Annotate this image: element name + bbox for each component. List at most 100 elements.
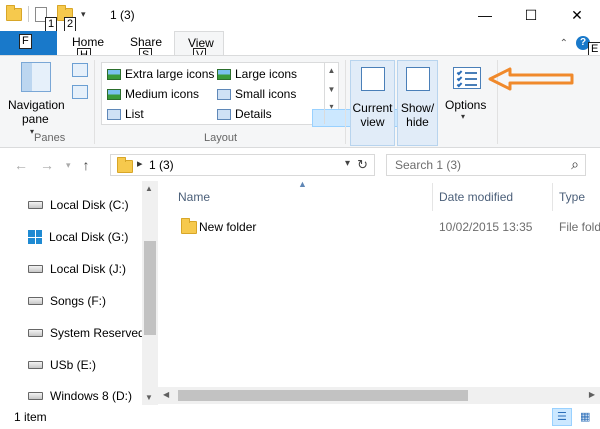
nav-item-label: System Reserved	[50, 326, 145, 340]
layout-medium-icons[interactable]: Medium icons	[107, 87, 199, 101]
layout-gallery: Extra large icons Large icons Medium ico…	[101, 62, 422, 127]
nav-item-windows-8-d[interactable]: Windows 8 (D:)	[28, 389, 132, 403]
expand-ribbon-chevron-icon[interactable]: ⌃	[560, 38, 568, 49]
layout-details[interactable]: Details	[217, 107, 272, 121]
refresh-icon[interactable]: ↻	[357, 157, 368, 173]
drive-icon	[28, 201, 43, 209]
keytip-qat-1: 1	[45, 17, 58, 32]
scrollbar-thumb[interactable]	[144, 241, 156, 335]
tab-file[interactable]: F	[0, 31, 57, 55]
scroll-left-icon[interactable]: ◀	[163, 390, 169, 399]
close-button[interactable]: ✕	[554, 0, 600, 30]
scroll-right-icon[interactable]: ▶	[589, 390, 595, 399]
customize-toolbar-chevron-icon[interactable]: ▾	[81, 9, 86, 20]
address-bar-row: ← → ▾ ↑ ▸ 1 (3) ▾ ↻ Search 1 (3) ⌕	[0, 149, 600, 181]
details-pane-icon[interactable]	[72, 85, 88, 99]
large-icons-view-button[interactable]: ▦	[575, 408, 595, 426]
scroll-up-icon[interactable]: ▲	[145, 184, 153, 193]
list-icon	[107, 108, 121, 120]
item-count: 1 item	[14, 410, 47, 424]
large-icons-view-icon: ▦	[580, 411, 591, 423]
navigation-pane: Local Disk (C:) Local Disk (G:) Local Di…	[0, 181, 158, 405]
group-label-layout: Layout	[204, 132, 238, 144]
details-view-icon: ☰	[557, 411, 567, 423]
tab-share[interactable]: Share	[130, 35, 162, 49]
search-input[interactable]: Search 1 (3) ⌕	[386, 154, 586, 176]
nav-pane-scrollbar[interactable]: ▲ ▼	[142, 181, 158, 405]
layout-gallery-scroll[interactable]: ▲ ▼ ▾	[324, 63, 338, 124]
nav-item-label: USb (E:)	[50, 358, 97, 372]
tab-home[interactable]: Home	[72, 35, 104, 49]
layout-small-icons[interactable]: Small icons	[217, 87, 296, 101]
sort-ascending-icon: ▲	[298, 179, 307, 189]
show-hide-icon	[405, 67, 430, 91]
annotation-arrow-icon	[488, 67, 574, 91]
address-dropdown-icon[interactable]: ▾	[345, 158, 350, 169]
folder-icon	[181, 218, 197, 234]
column-header-date-modified[interactable]: Date modified	[439, 190, 513, 204]
show-hide-button[interactable]: Show/ hide	[397, 60, 438, 146]
details-label: Details	[235, 107, 272, 121]
search-icon[interactable]: ⌕	[571, 156, 579, 173]
drive-icon	[28, 392, 43, 400]
nav-item-local-disk-c[interactable]: Local Disk (C:)	[28, 198, 129, 212]
breadcrumb-chevron-icon[interactable]: ▸	[137, 157, 143, 170]
show-hide-label-line2: hide	[406, 115, 429, 129]
drive-icon	[28, 329, 43, 337]
current-view-icon	[360, 67, 385, 91]
minimize-button[interactable]: —	[462, 0, 508, 30]
small-icons-label: Small icons	[235, 87, 297, 101]
ribbon-divider	[345, 60, 346, 144]
details-view-button[interactable]: ☰	[552, 408, 572, 426]
back-arrow-icon[interactable]: ←	[14, 157, 28, 173]
column-header-name[interactable]: Name	[178, 190, 210, 204]
nav-item-songs-f[interactable]: Songs (F:)	[28, 294, 106, 308]
drive-icon	[28, 297, 43, 305]
forward-arrow-icon[interactable]: →	[40, 157, 54, 173]
keytip-file: F	[19, 34, 32, 49]
horizontal-scrollbar[interactable]: ◀ ▶	[158, 387, 600, 404]
medium-icons-label: Medium icons	[125, 87, 200, 101]
large-icons-icon	[217, 68, 231, 80]
current-view-button[interactable]: Current view	[350, 60, 395, 146]
extra-large-icons-label: Extra large icons	[125, 67, 215, 81]
up-arrow-icon[interactable]: ↑	[83, 157, 90, 173]
scroll-down-icon[interactable]: ▼	[325, 85, 338, 94]
preview-pane-icon[interactable]	[72, 63, 88, 77]
nav-item-system-reserved[interactable]: System Reserved	[28, 326, 145, 340]
file-date-modified: 10/02/2015 13:35	[439, 220, 533, 234]
layout-extra-large-icons[interactable]: Extra large icons	[107, 67, 214, 81]
address-field[interactable]: ▸ 1 (3) ▾ ↻	[110, 154, 375, 176]
ribbon: Navigation pane ▾ Panes Extra large icon…	[0, 55, 600, 148]
navigation-pane-label-line1: Navigation	[8, 98, 65, 112]
address-path: 1 (3)	[149, 158, 174, 172]
maximize-button[interactable]: ☐	[508, 0, 554, 30]
layout-large-icons[interactable]: Large icons	[217, 67, 297, 81]
details-icon	[217, 108, 231, 120]
current-view-label-line1: Current	[352, 101, 393, 115]
file-name: New folder	[199, 220, 257, 234]
navigation-pane-label-line2: pane	[22, 112, 49, 126]
gallery-more-icon[interactable]: ▾	[325, 102, 338, 111]
list-label: List	[125, 107, 144, 121]
folder-icon	[117, 157, 133, 173]
recent-locations-chevron-icon[interactable]: ▾	[66, 160, 71, 173]
column-divider[interactable]	[552, 183, 553, 211]
window-title: 1 (3)	[110, 8, 135, 22]
column-header-type[interactable]: Type	[559, 190, 585, 204]
scroll-down-icon[interactable]: ▼	[145, 393, 153, 402]
navigation-pane-icon	[21, 62, 51, 92]
search-placeholder: Search 1 (3)	[395, 158, 462, 172]
scroll-up-icon[interactable]: ▲	[325, 66, 338, 75]
large-icons-label: Large icons	[235, 67, 298, 81]
current-view-label-line2: view	[360, 115, 385, 129]
title-bar: ▾ 1 2 1 (3) — ☐ ✕	[0, 0, 600, 32]
nav-item-local-disk-j[interactable]: Local Disk (J:)	[28, 262, 126, 276]
scrollbar-thumb[interactable]	[178, 390, 468, 401]
layout-list[interactable]: List	[107, 107, 144, 121]
column-divider[interactable]	[432, 183, 433, 211]
nav-item-usb-e[interactable]: USb (E:)	[28, 358, 96, 372]
ribbon-divider	[94, 60, 95, 144]
table-row[interactable]: New folder 10/02/2015 13:35 File fold	[168, 217, 600, 237]
nav-item-local-disk-g[interactable]: Local Disk (G:)	[28, 230, 128, 244]
